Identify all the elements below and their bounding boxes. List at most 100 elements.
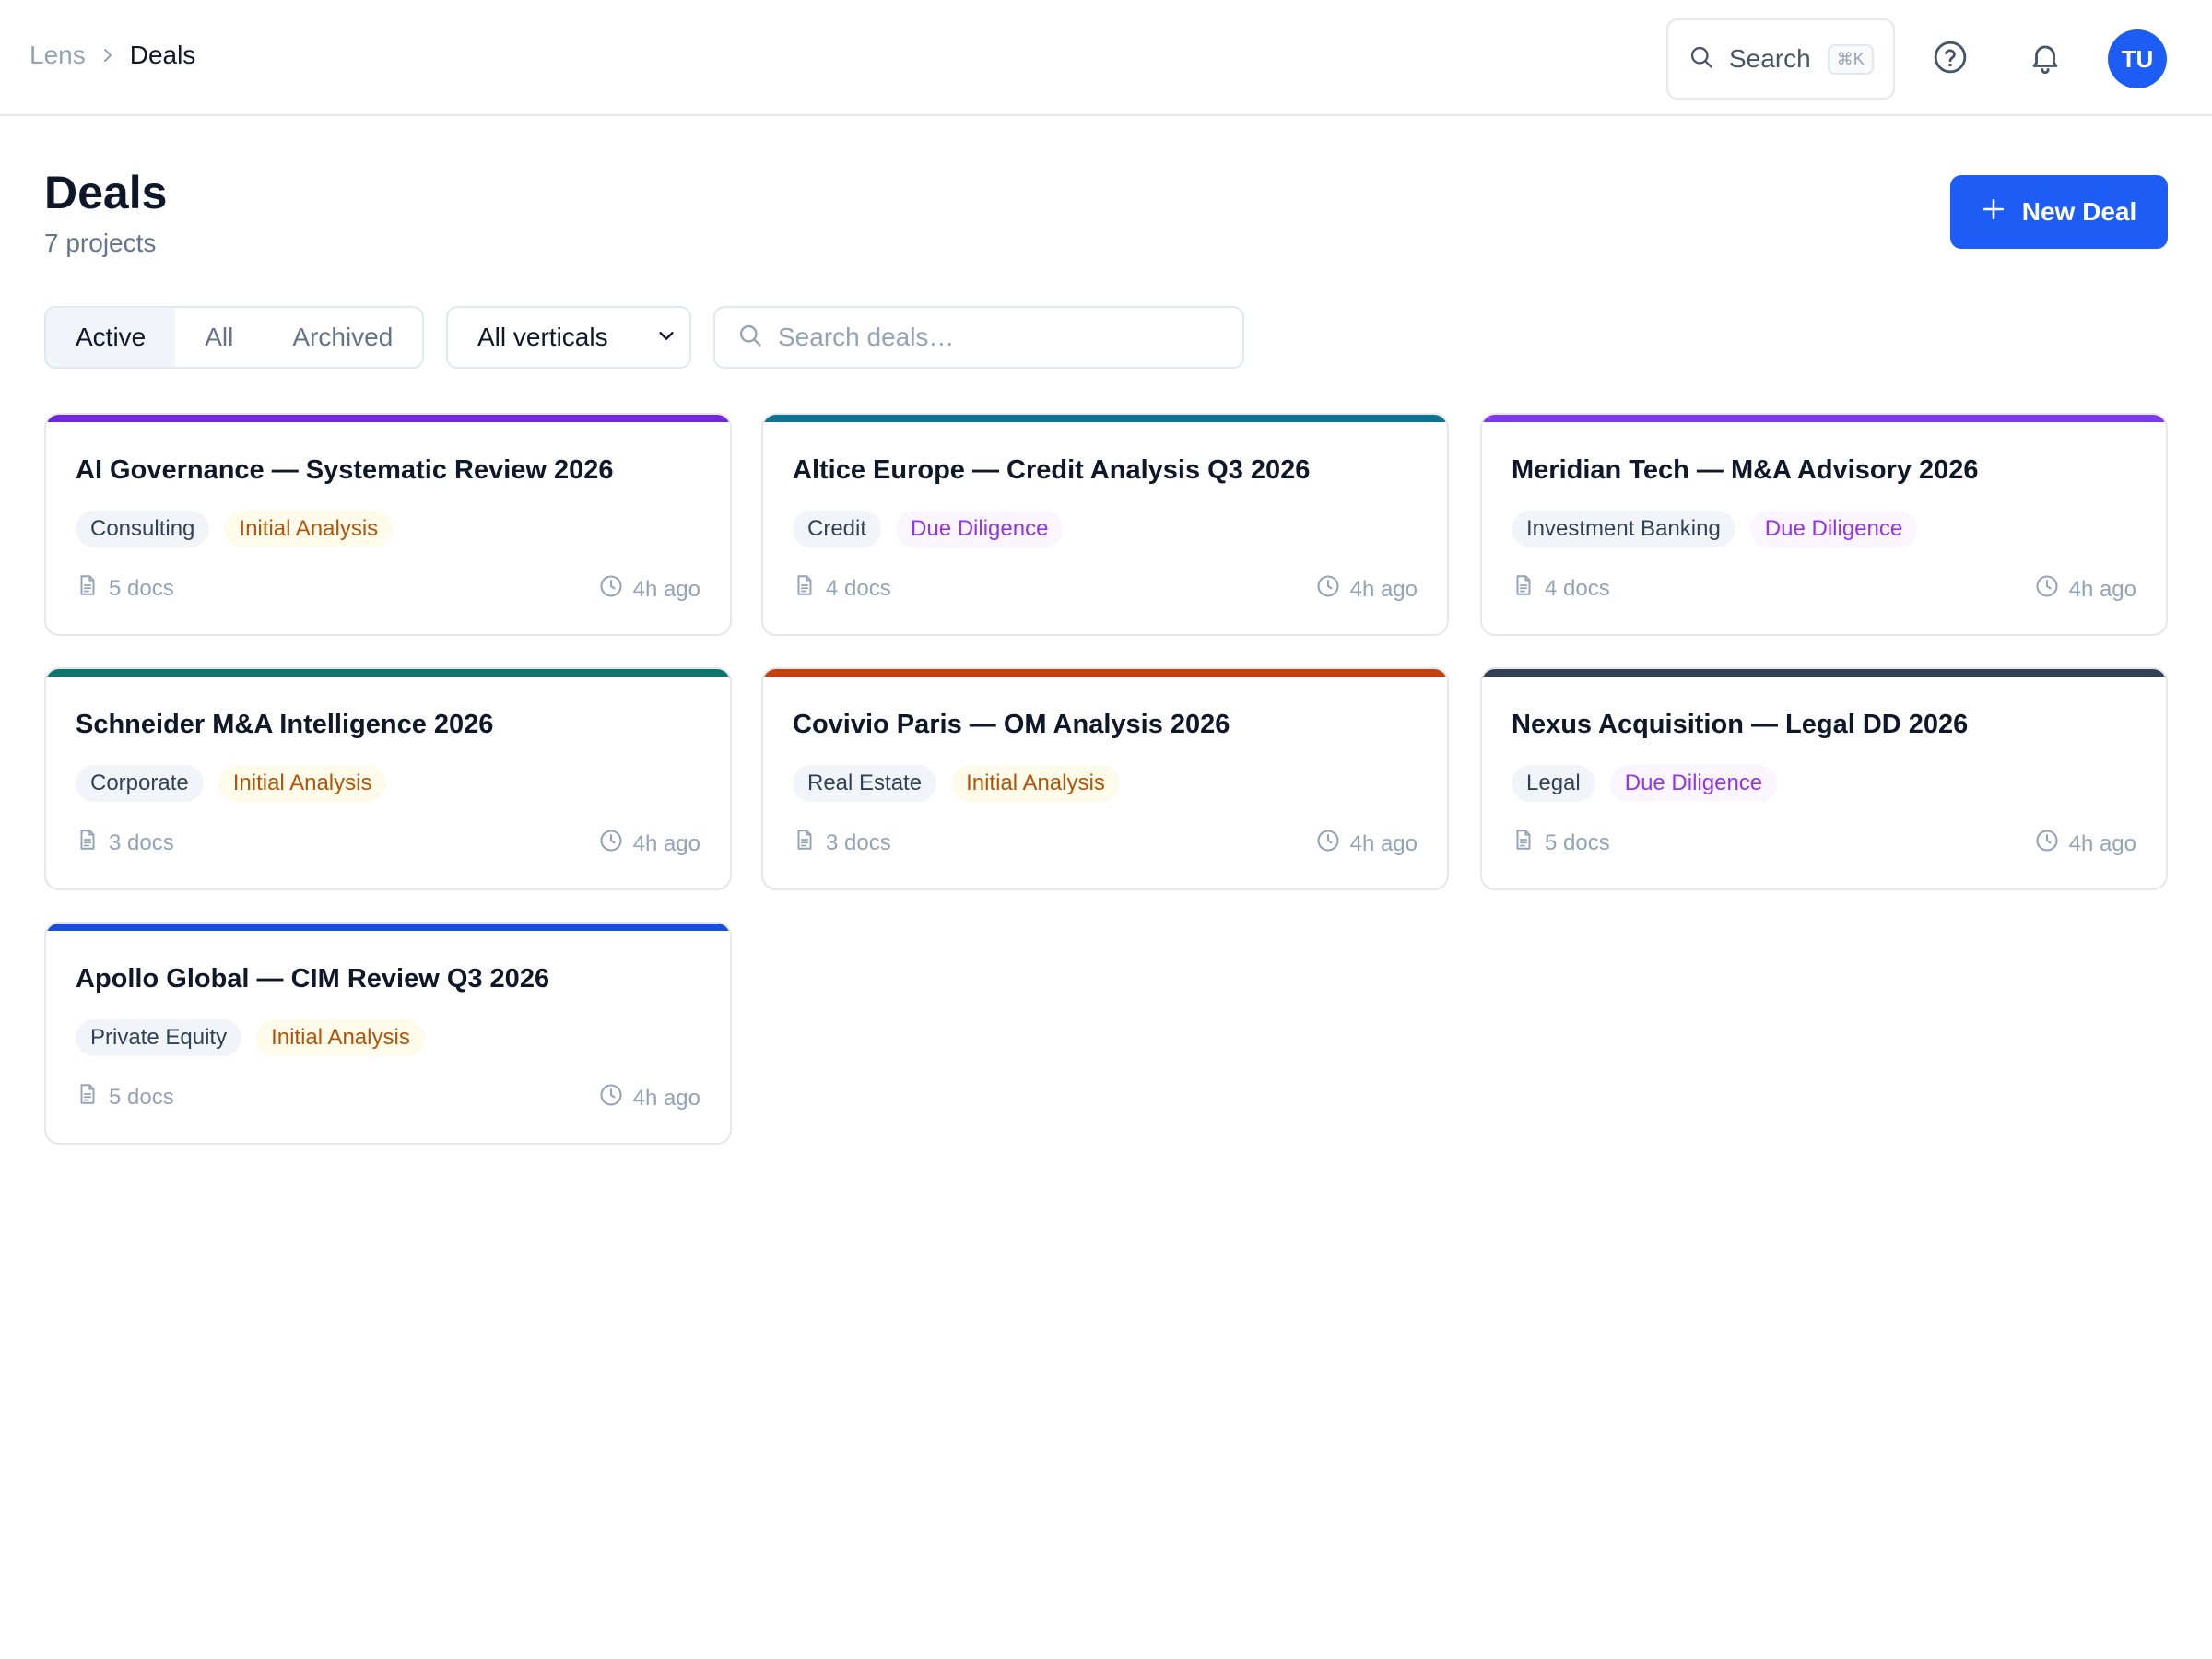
stage-badge: Initial Analysis <box>218 765 387 802</box>
notifications-button[interactable] <box>2021 35 2069 83</box>
document-icon <box>793 828 817 858</box>
vertical-badge: Legal <box>1512 765 1595 802</box>
top-bar: Lens Deals Search ⌘K TU <box>0 0 2212 116</box>
chevron-right-icon <box>100 48 115 63</box>
deal-title: Meridian Tech — M&A Advisory 2026 <box>1512 455 1979 485</box>
clock-icon <box>598 1082 624 1114</box>
deal-search-box <box>713 306 1244 369</box>
vertical-badge: Corporate <box>76 765 204 802</box>
deal-card[interactable]: Schneider M&A Intelligence 2026 Corporat… <box>44 667 732 890</box>
status-filter-tabs: Active All Archived <box>44 306 424 369</box>
deal-updated: 4h ago <box>2034 573 2136 606</box>
plus-icon <box>1982 197 2006 228</box>
deal-updated-text: 4h ago <box>1349 830 1418 856</box>
global-search-button[interactable]: Search ⌘K <box>1666 18 1895 100</box>
deal-card[interactable]: AI Governance — Systematic Review 2026 C… <box>44 413 732 636</box>
document-icon <box>793 573 817 604</box>
breadcrumb-current: Deals <box>129 41 196 69</box>
deal-tags: Real Estate Initial Analysis <box>793 765 1120 802</box>
deal-title: Covivio Paris — OM Analysis 2026 <box>793 710 1230 739</box>
deal-search-input[interactable] <box>778 323 1220 352</box>
deal-doc-count: 5 docs <box>1545 830 1610 855</box>
stage-badge: Initial Analysis <box>951 765 1120 802</box>
deal-card-accent-bar <box>763 669 1447 677</box>
deal-tags: Consulting Initial Analysis <box>76 511 394 547</box>
breadcrumb-root-link[interactable]: Lens <box>29 41 86 70</box>
clock-icon <box>598 573 624 606</box>
clock-icon <box>598 828 624 860</box>
deal-card[interactable]: Covivio Paris — OM Analysis 2026 Real Es… <box>761 667 1449 890</box>
chevron-down-icon <box>656 323 677 352</box>
bell-icon <box>2028 40 2063 79</box>
deal-updated: 4h ago <box>598 1082 700 1114</box>
deal-updated: 4h ago <box>598 828 700 860</box>
deal-tags: Investment Banking Due Diligence <box>1512 511 1918 547</box>
deal-tags: Legal Due Diligence <box>1512 765 1778 802</box>
deal-updated: 4h ago <box>2034 828 2136 860</box>
document-icon <box>76 573 100 604</box>
deal-title: Schneider M&A Intelligence 2026 <box>76 710 494 739</box>
deal-card-accent-bar <box>46 669 730 677</box>
help-button[interactable] <box>1926 35 1974 83</box>
search-icon <box>737 323 763 353</box>
vertical-select-value: All verticals <box>477 323 608 351</box>
deal-card-accent-bar <box>1482 415 2166 422</box>
deal-updated-text: 4h ago <box>2068 576 2136 602</box>
deal-title: AI Governance — Systematic Review 2026 <box>76 455 614 485</box>
vertical-badge: Real Estate <box>793 765 937 802</box>
deal-card-accent-bar <box>46 924 730 931</box>
vertical-badge: Consulting <box>76 511 210 547</box>
deal-docs: 4 docs <box>793 573 891 604</box>
deal-updated-text: 4h ago <box>2068 830 2136 856</box>
page-title: Deals <box>44 167 168 218</box>
deal-tags: Credit Due Diligence <box>793 511 1064 547</box>
deal-card[interactable]: Nexus Acquisition — Legal DD 2026 Legal … <box>1480 667 2168 890</box>
stage-badge: Due Diligence <box>1749 511 1918 547</box>
stage-badge: Initial Analysis <box>256 1019 425 1056</box>
deal-doc-count: 3 docs <box>826 830 891 855</box>
deal-docs: 3 docs <box>76 828 174 858</box>
vertical-select[interactable]: All verticals <box>446 306 691 369</box>
vertical-badge: Investment Banking <box>1512 511 1735 547</box>
tab-active[interactable]: Active <box>46 308 176 367</box>
deal-docs: 5 docs <box>76 1082 174 1112</box>
deal-docs: 5 docs <box>76 573 174 604</box>
deal-title: Apollo Global — CIM Review Q3 2026 <box>76 964 550 994</box>
global-search-label: Search <box>1729 44 1811 73</box>
breadcrumb: Lens Deals <box>29 41 195 70</box>
user-avatar[interactable]: TU <box>2108 29 2167 88</box>
deal-title: Altice Europe — Credit Analysis Q3 2026 <box>793 455 1311 485</box>
tab-all[interactable]: All <box>175 308 263 367</box>
deal-title: Nexus Acquisition — Legal DD 2026 <box>1512 710 1969 739</box>
deal-card-accent-bar <box>46 415 730 422</box>
deal-card[interactable]: Meridian Tech — M&A Advisory 2026 Invest… <box>1480 413 2168 636</box>
clock-icon <box>1315 828 1341 860</box>
deal-updated-text: 4h ago <box>632 576 700 602</box>
deal-doc-count: 3 docs <box>109 830 174 855</box>
deal-updated: 4h ago <box>1315 828 1418 860</box>
help-icon <box>1933 40 1968 79</box>
stage-badge: Due Diligence <box>896 511 1064 547</box>
deal-updated-text: 4h ago <box>632 830 700 856</box>
document-icon <box>1512 828 1535 858</box>
clock-icon <box>2034 828 2060 860</box>
stage-badge: Initial Analysis <box>224 511 394 547</box>
new-deal-button[interactable]: New Deal <box>1950 175 2168 249</box>
tab-archived[interactable]: Archived <box>263 308 422 367</box>
clock-icon <box>2034 573 2060 606</box>
deal-doc-count: 5 docs <box>109 575 174 601</box>
search-icon <box>1688 44 1714 75</box>
deal-docs: 5 docs <box>1512 828 1610 858</box>
stage-badge: Due Diligence <box>1609 765 1778 802</box>
deal-updated-text: 4h ago <box>1349 576 1418 602</box>
deal-updated-text: 4h ago <box>632 1085 700 1111</box>
document-icon <box>76 1082 100 1112</box>
deal-card[interactable]: Apollo Global — CIM Review Q3 2026 Priva… <box>44 922 732 1145</box>
document-icon <box>76 828 100 858</box>
deal-doc-count: 4 docs <box>1545 575 1610 601</box>
deal-card[interactable]: Altice Europe — Credit Analysis Q3 2026 … <box>761 413 1449 636</box>
deal-tags: Private Equity Initial Analysis <box>76 1019 425 1056</box>
vertical-badge: Private Equity <box>76 1019 242 1056</box>
vertical-badge: Credit <box>793 511 882 547</box>
deal-updated: 4h ago <box>1315 573 1418 606</box>
